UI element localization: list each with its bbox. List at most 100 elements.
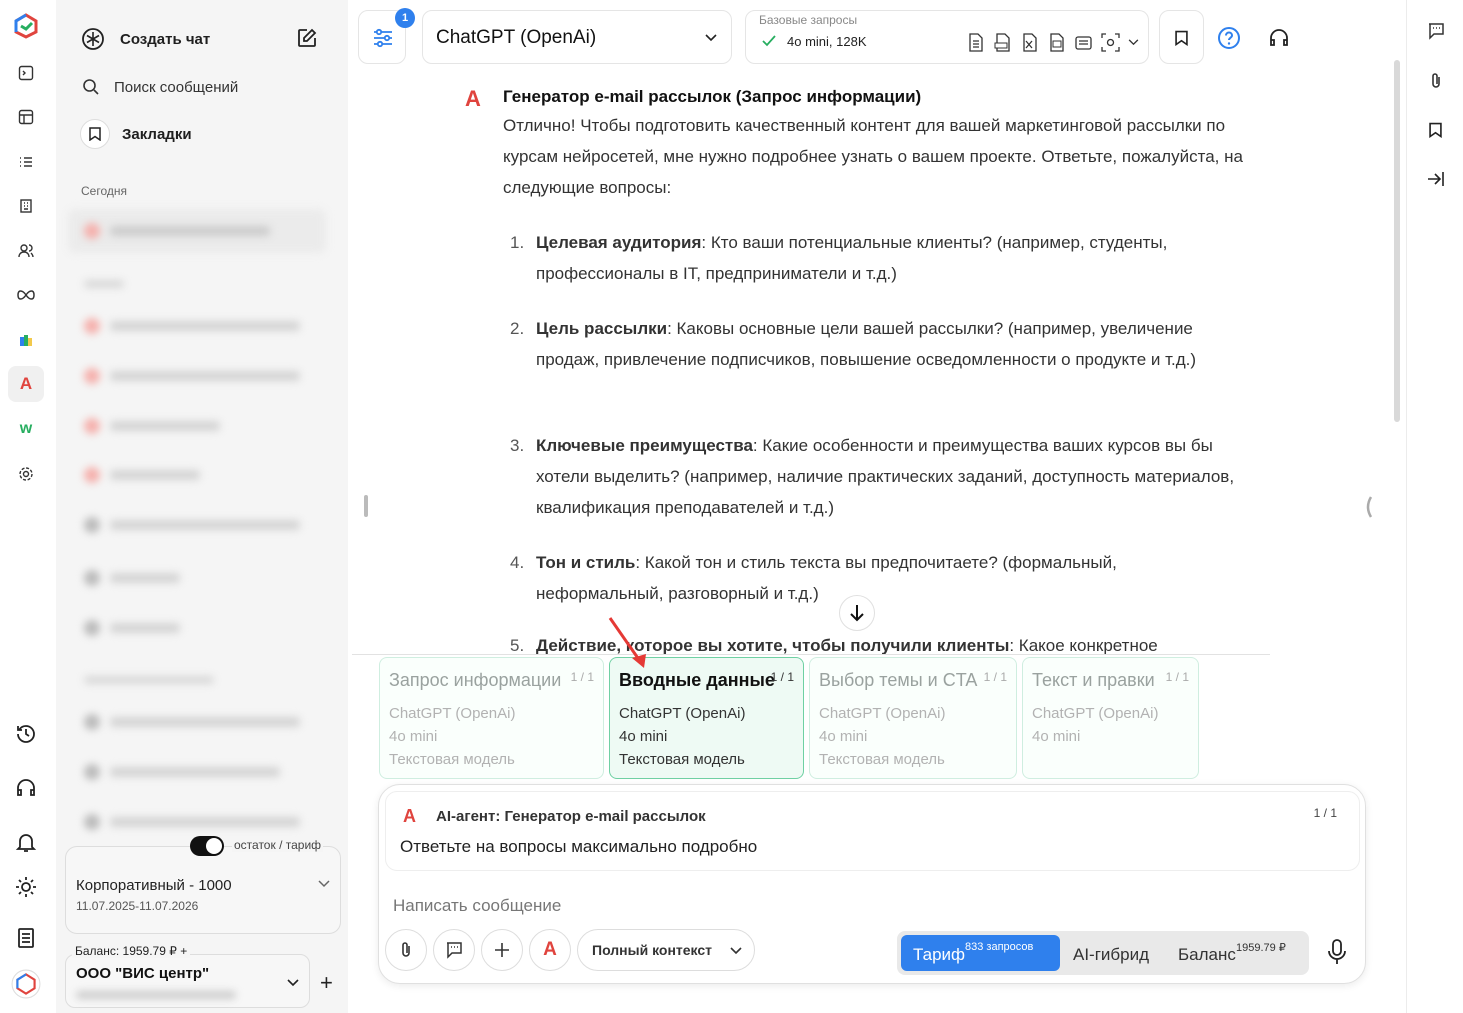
agent-instruction: Ответьте на вопросы максимально подробно (400, 837, 758, 856)
remainder-toggle[interactable] (190, 836, 224, 856)
step-card-input-data[interactable]: Вводные данные 1 / 1 ChatGPT (OpenAi) 4o… (609, 657, 804, 779)
toggle-label: остаток / тариф (232, 838, 324, 852)
list-item: 4. Тон и стиль: Какой тон и стиль текста … (510, 553, 1117, 603)
right-panel-handle[interactable] (1364, 496, 1372, 518)
org-selector[interactable]: ООО "ВИС центр" (65, 954, 310, 1008)
add-button[interactable] (481, 929, 523, 971)
list-item[interactable] (84, 714, 300, 730)
terminal-icon[interactable] (8, 55, 44, 91)
list-item[interactable] (84, 620, 180, 636)
screenshot-icon (1101, 33, 1120, 52)
list-item[interactable] (84, 517, 300, 533)
org-email (76, 991, 236, 999)
base-model: 4o mini, 128K (787, 34, 867, 49)
search-messages-button[interactable]: Поиск сообщений (82, 78, 238, 96)
chat-prompt-icon (447, 942, 462, 959)
pdf-file-icon (993, 33, 1012, 52)
bookmarks-label: Закладки (122, 125, 192, 143)
user-avatar[interactable] (8, 964, 44, 1004)
left-resize-handle[interactable] (364, 495, 368, 517)
tariff-option[interactable]: Тариф 833 запросов (901, 935, 1060, 971)
step-model: ChatGPT (OpenAi) (619, 705, 746, 722)
list-item[interactable] (84, 814, 300, 830)
support-headset-icon[interactable] (1268, 27, 1290, 49)
search-icon (83, 79, 99, 95)
list-item: 3. Ключевые преимущества: Какие особеннос… (510, 436, 1235, 517)
plan-card[interactable]: Корпоративный - 1000 11.07.2025-11.07.20… (65, 846, 341, 934)
bookmark-icon[interactable] (1429, 122, 1442, 138)
users-icon[interactable] (8, 233, 44, 269)
document-icon[interactable] (8, 920, 44, 956)
settings-gear-icon[interactable] (8, 456, 44, 492)
balance-option[interactable]: Баланс 1959.79 ₽ (1178, 935, 1302, 971)
base-requests-panel[interactable]: Базовые запросы 4o mini, 128K (745, 10, 1149, 64)
bookmark-button[interactable] (1159, 10, 1204, 64)
agent-app-icon[interactable]: A (8, 366, 44, 402)
bookmarks-button[interactable]: Закладки (80, 119, 192, 149)
app-rail: A w (0, 0, 56, 1013)
excel-file-icon (1020, 33, 1039, 52)
attach-button[interactable] (385, 929, 427, 971)
tariff-label: Тариф (913, 945, 966, 964)
list-item[interactable] (84, 368, 300, 384)
sun-theme-icon[interactable] (8, 869, 44, 905)
step-card-topic-cta[interactable]: Выбор темы и CTA 1 / 1 ChatGPT (OpenAi) … (809, 657, 1017, 779)
add-org-button[interactable]: + (320, 970, 333, 996)
new-chat-button[interactable]: Создать чат (80, 24, 320, 54)
support-headset-icon[interactable] (8, 770, 44, 806)
list-item[interactable] (84, 764, 280, 780)
org-name: ООО "ВИС центр" (76, 965, 210, 982)
list-item[interactable] (84, 418, 220, 434)
history-icon[interactable] (8, 716, 44, 752)
agent-instruction-card: A AI-агент: Генератор e-mail рассылок 1 … (385, 791, 1360, 871)
list-item[interactable] (84, 570, 180, 586)
infinity-icon[interactable] (8, 277, 44, 313)
list-item[interactable] (84, 467, 200, 483)
table-icon[interactable] (8, 99, 44, 135)
agent-logo-icon: A (465, 86, 481, 111)
balance-amount: 1959.79 ₽ (1236, 942, 1286, 954)
list-item: 2. Цель рассылки: Каковы основные цели ва… (510, 319, 1197, 369)
step-model: ChatGPT (OpenAi) (389, 705, 516, 722)
scrollbar[interactable] (1394, 60, 1400, 422)
list-item[interactable] (84, 318, 300, 334)
sliders-icon (372, 27, 394, 49)
search-label: Поиск сообщений (114, 78, 239, 96)
context-selector[interactable]: Полный контекст (577, 929, 755, 971)
chevron-down-icon (1128, 39, 1139, 46)
list-item: 1. Целевая аудитория: Кто ваши потенциаль… (510, 233, 1168, 283)
collapse-panel-icon[interactable] (1427, 171, 1445, 187)
app-logo-icon[interactable] (8, 8, 44, 44)
message-input[interactable]: Написать сообщение (393, 896, 561, 916)
list-item[interactable] (84, 223, 270, 239)
compose-icon[interactable] (296, 27, 318, 49)
prompts-button[interactable] (433, 929, 475, 971)
list-icon[interactable] (8, 144, 44, 180)
paperclip-icon (402, 942, 410, 957)
plan-dates: 11.07.2025-11.07.2026 (76, 899, 199, 913)
step-type: Текстовая модель (389, 751, 515, 768)
step-type: Текстовая модель (819, 751, 945, 768)
paperclip-icon[interactable] (1428, 71, 1444, 91)
w-app-icon[interactable]: w (8, 411, 44, 447)
message-intro: Отлично! Чтобы подготовить качественный … (503, 116, 1243, 197)
step-card-request-info[interactable]: Запрос информации 1 / 1 ChatGPT (OpenAi)… (379, 657, 604, 779)
step-variant: 4o mini (389, 728, 438, 745)
scroll-down-button[interactable] (839, 595, 875, 631)
assistant-message: Генератор e-mail рассылок (Запрос информ… (503, 86, 1263, 203)
bell-icon[interactable] (8, 824, 44, 860)
books-app-icon[interactable] (8, 322, 44, 358)
help-icon[interactable] (1217, 26, 1241, 50)
step-card-text-edits[interactable]: Текст и правки 1 / 1 ChatGPT (OpenAi) 4o… (1022, 657, 1199, 779)
chevron-down-icon (730, 947, 742, 955)
step-count: 1 / 1 (770, 670, 794, 684)
chat-main: 1 ChatGPT (OpenAi) Базовые запросы 4o mi… (348, 0, 1406, 1013)
model-selector[interactable]: ChatGPT (OpenAi) (422, 10, 732, 64)
agent-title: AI-агент: Генератор e-mail рассылок (436, 808, 706, 825)
prompts-panel-icon[interactable] (1427, 22, 1445, 40)
right-tool-rail (1406, 0, 1463, 1013)
hybrid-option[interactable]: AI-гибрид (1073, 945, 1149, 965)
building-icon[interactable] (8, 188, 44, 224)
microphone-icon[interactable] (1327, 939, 1347, 965)
agent-button[interactable]: A (529, 929, 571, 971)
